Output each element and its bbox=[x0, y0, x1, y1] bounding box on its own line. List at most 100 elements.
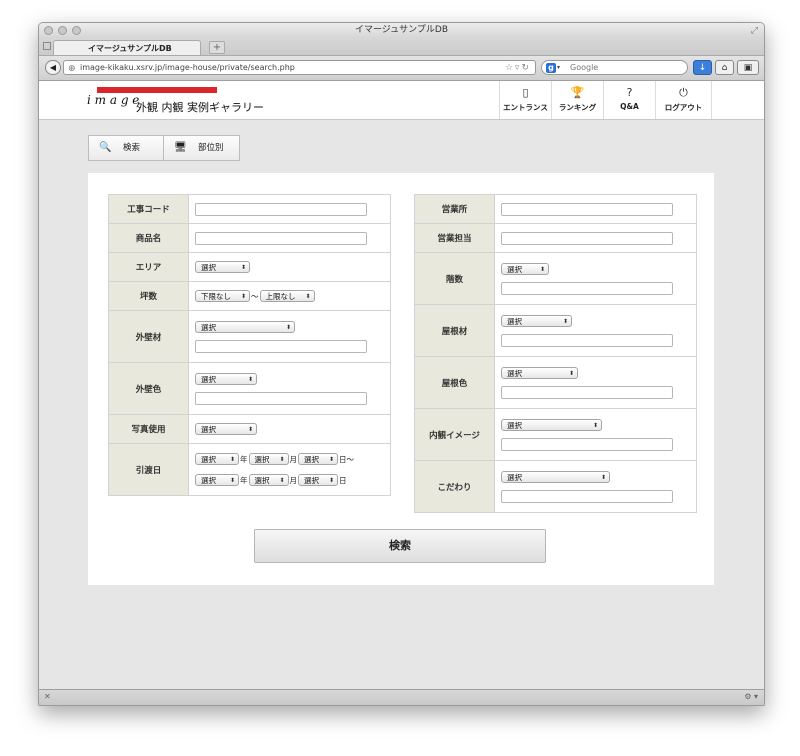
tsubo-max-select[interactable]: 上限なし ⬍ bbox=[259, 290, 315, 302]
delivery-to-year-select[interactable]: 選択 ⬍ bbox=[195, 474, 239, 486]
tsubo-max-value: 上限なし bbox=[265, 292, 296, 301]
new-tab-button[interactable]: + bbox=[209, 41, 225, 54]
search-submit-button[interactable]: 検索 bbox=[254, 529, 546, 563]
tsubo-min-select[interactable]: 下限なし ⬍ bbox=[195, 290, 250, 302]
photo-use-select[interactable]: 選択 ⬍ bbox=[195, 423, 257, 435]
floors-input[interactable] bbox=[501, 281, 673, 295]
label-area: エリア bbox=[108, 252, 189, 282]
exterior-material-select[interactable]: 選択 ⬍ bbox=[195, 320, 295, 333]
downloads-icon[interactable]: ↓ bbox=[693, 60, 712, 75]
day-label: 日 bbox=[339, 475, 347, 485]
tab-search[interactable]: 🔍 検索 bbox=[88, 135, 164, 161]
search-engine-box[interactable]: g ▾ Google bbox=[541, 60, 688, 75]
roof-material-value: 選択 bbox=[507, 316, 522, 326]
window-title: イマージュサンプルDB bbox=[354, 25, 449, 35]
page-content: i m a g e 外観 内観 実例ギャラリー ▯ エントランス 🏆 ランキング… bbox=[39, 81, 764, 689]
month-label: 月 bbox=[289, 475, 298, 485]
browser-tab[interactable]: イマージュサンプルDB bbox=[53, 40, 201, 55]
home-icon[interactable]: ⌂ bbox=[715, 60, 734, 75]
nav-logout[interactable]: ⏻ ログアウト bbox=[655, 81, 712, 119]
fullscreen-icon[interactable]: ⤢ bbox=[751, 24, 758, 39]
delivery-from-day-select[interactable]: 選択 ⬍ bbox=[298, 453, 338, 465]
bookmark-star-icon[interactable]: ☆ bbox=[505, 63, 515, 73]
close-window-button[interactable] bbox=[44, 26, 53, 35]
label-preference: こだわり bbox=[414, 460, 495, 513]
tab-groups-icon[interactable] bbox=[43, 42, 51, 50]
back-button[interactable]: ◀ bbox=[45, 60, 61, 75]
label-roof-material: 屋根材 bbox=[414, 304, 495, 357]
reload-icon[interactable]: ↻ bbox=[521, 63, 531, 73]
label-roof-color: 屋根色 bbox=[414, 356, 495, 409]
chevron-updown-icon: ⬍ bbox=[240, 293, 246, 300]
chevron-updown-icon: ⬍ bbox=[285, 323, 291, 331]
product-name-input[interactable] bbox=[195, 231, 367, 245]
preference-value: 選択 bbox=[507, 472, 522, 482]
search-icon: 🔍 bbox=[99, 142, 112, 153]
title-bar: イマージュサンプルDB ⤢ bbox=[39, 23, 764, 38]
delivery-to-month-select[interactable]: 選択 ⬍ bbox=[248, 474, 289, 486]
delivery-from-year-select[interactable]: 選択 ⬍ bbox=[195, 453, 239, 465]
roof-color-select[interactable]: 選択 ⬍ bbox=[501, 366, 578, 379]
exterior-color-select[interactable]: 選択 ⬍ bbox=[195, 372, 257, 385]
url-bar[interactable]: ⊕ image-kikaku.xsrv.jp/image-house/priva… bbox=[63, 60, 536, 75]
exterior-color-value: 選択 bbox=[201, 374, 216, 384]
office-input[interactable] bbox=[501, 202, 673, 216]
interior-image-input[interactable] bbox=[501, 437, 673, 451]
roof-material-select[interactable]: 選択 ⬍ bbox=[501, 314, 572, 327]
engine-caret-icon[interactable]: ▾ bbox=[557, 61, 560, 75]
menu-icon[interactable]: ▣ bbox=[737, 60, 759, 75]
label-tsubo: 坪数 bbox=[108, 281, 189, 311]
tab-by-part[interactable]: 🖥 部位別 bbox=[164, 135, 240, 161]
construction-code-input[interactable] bbox=[195, 202, 367, 216]
search-engine-placeholder: Google bbox=[570, 63, 599, 72]
browser-tab-title: イマージュサンプルDB bbox=[88, 44, 172, 53]
building-icon: ▯ bbox=[522, 86, 529, 99]
chevron-updown-icon: ⬍ bbox=[305, 293, 311, 300]
nav-ranking-label: ランキング bbox=[558, 103, 597, 112]
logo-mark: i m a g e bbox=[87, 93, 140, 107]
chevron-updown-icon: ⬍ bbox=[247, 426, 253, 433]
nav-qa-label: Q&A bbox=[620, 102, 639, 111]
trophy-icon: 🏆 bbox=[570, 86, 585, 99]
search-form-panel: 工事コード 商品名 エリア 選択 ⬍ 坪数 下限なし ⬍ 〜上限なし ⬍ 外壁材… bbox=[88, 173, 714, 585]
tab-search-label: 検索 bbox=[123, 143, 141, 153]
exterior-color-input[interactable] bbox=[195, 391, 367, 405]
header-nav: ▯ エントランス 🏆 ランキング ? Q&A ⏻ ログアウト bbox=[499, 81, 712, 119]
delivery-to-day-select[interactable]: 選択 ⬍ bbox=[298, 474, 338, 486]
roof-material-input[interactable] bbox=[501, 333, 673, 347]
preference-select[interactable]: 選択 ⬍ bbox=[501, 470, 610, 483]
minimize-window-button[interactable] bbox=[58, 26, 67, 35]
site-logo[interactable]: i m a g e 外観 内観 実例ギャラリー bbox=[87, 85, 267, 117]
delivery-from-month-value: 選択 bbox=[254, 455, 270, 464]
status-bar: ✕ ⚙ ▾ bbox=[39, 689, 764, 705]
preference-input[interactable] bbox=[501, 489, 673, 503]
area-select[interactable]: 選択 ⬍ bbox=[195, 261, 250, 273]
google-icon[interactable]: g bbox=[546, 63, 556, 73]
label-sales-rep: 営業担当 bbox=[414, 223, 495, 253]
addon-settings-icon[interactable]: ⚙ ▾ bbox=[744, 692, 758, 701]
label-interior-image: 内観イメージ bbox=[414, 408, 495, 461]
close-addon-bar-icon[interactable]: ✕ bbox=[44, 692, 51, 701]
exterior-material-input[interactable] bbox=[195, 339, 367, 353]
power-icon: ⏻ bbox=[679, 86, 688, 99]
left-form-table: 工事コード 商品名 エリア 選択 ⬍ 坪数 下限なし ⬍ 〜上限なし ⬍ 外壁材… bbox=[108, 194, 391, 496]
floors-select[interactable]: 選択 ⬍ bbox=[501, 262, 549, 275]
roof-color-input[interactable] bbox=[501, 385, 673, 399]
nav-ranking[interactable]: 🏆 ランキング bbox=[551, 81, 603, 119]
delivery-from-month-select[interactable]: 選択 ⬍ bbox=[248, 453, 289, 465]
tsubo-range-separator: 〜 bbox=[251, 291, 259, 301]
exterior-material-value: 選択 bbox=[201, 322, 216, 332]
search-tabs: 🔍 検索 🖥 部位別 bbox=[88, 135, 240, 161]
label-exterior-color: 外壁色 bbox=[108, 362, 189, 415]
chevron-updown-icon: ⬍ bbox=[328, 477, 334, 484]
zoom-window-button[interactable] bbox=[72, 26, 81, 35]
label-product-name: 商品名 bbox=[108, 223, 189, 253]
tab-by-part-label: 部位別 bbox=[198, 143, 224, 153]
chevron-updown-icon: ⬍ bbox=[279, 477, 285, 484]
chevron-updown-icon: ⬍ bbox=[592, 421, 598, 429]
nav-entrance[interactable]: ▯ エントランス bbox=[499, 81, 551, 119]
interior-image-value: 選択 bbox=[507, 420, 522, 430]
nav-qa[interactable]: ? Q&A bbox=[603, 81, 655, 119]
sales-rep-input[interactable] bbox=[501, 231, 673, 245]
interior-image-select[interactable]: 選択 ⬍ bbox=[501, 418, 602, 431]
